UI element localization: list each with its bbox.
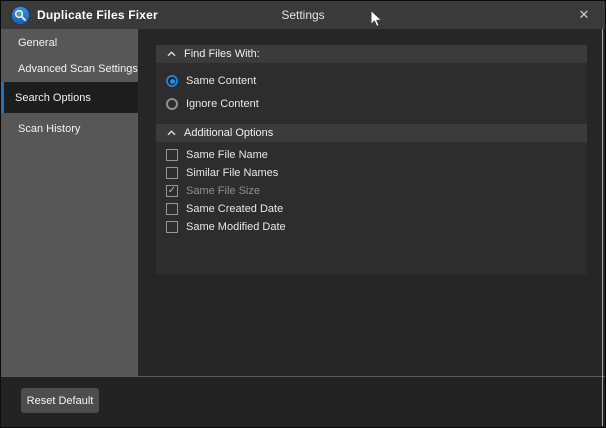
checkbox-icon[interactable] — [166, 221, 178, 233]
search-options-panel: Find Files With: Same Content Ignore Con… — [156, 45, 587, 274]
radio-option-same-content[interactable]: Same Content — [166, 74, 587, 88]
reset-default-button[interactable]: Reset Default — [21, 388, 99, 413]
checkbox-icon[interactable] — [166, 167, 178, 179]
page-title: Settings — [281, 1, 324, 29]
app-logo-magnifier-icon — [11, 6, 30, 25]
checkbox-label: Same Created Date — [186, 203, 283, 215]
checkbox-icon[interactable] — [166, 185, 178, 197]
section-header-find-files-with[interactable]: Find Files With: — [156, 45, 587, 63]
chevron-up-icon — [167, 51, 176, 57]
content-area: Find Files With: Same Content Ignore Con… — [138, 29, 605, 376]
sidebar-item-general[interactable]: General — [1, 30, 138, 55]
checkbox-option-similar-file-names[interactable]: Similar File Names — [166, 167, 587, 179]
chevron-up-icon — [167, 130, 176, 136]
sidebar-item-label: Search Options — [15, 92, 91, 104]
section-header-additional-options[interactable]: Additional Options — [156, 124, 587, 142]
checkbox-label: Similar File Names — [186, 167, 278, 179]
checkbox-option-same-created-date[interactable]: Same Created Date — [166, 203, 587, 215]
window-body: General Advanced Scan Settings Search Op… — [1, 29, 605, 376]
section-title: Additional Options — [184, 127, 273, 139]
footer-bar: Reset Default — [1, 376, 605, 427]
radio-label: Same Content — [186, 75, 256, 87]
titlebar: Duplicate Files Fixer Settings ✕ — [1, 1, 605, 29]
radio-icon[interactable] — [166, 98, 178, 110]
sidebar-item-scan-history[interactable]: Scan History — [1, 113, 138, 144]
checkbox-option-same-file-size[interactable]: Same File Size — [166, 185, 587, 197]
app-name: Duplicate Files Fixer — [37, 8, 158, 22]
checkbox-label: Same File Name — [186, 149, 268, 161]
sidebar-item-label: Advanced Scan Settings — [18, 63, 138, 75]
sidebar-item-search-options[interactable]: Search Options — [1, 82, 138, 113]
checkbox-option-same-file-name[interactable]: Same File Name — [166, 149, 587, 161]
radio-icon[interactable] — [166, 75, 178, 87]
checkbox-label: Same Modified Date — [186, 221, 286, 233]
section-title: Find Files With: — [184, 48, 260, 60]
radio-label: Ignore Content — [186, 98, 259, 110]
sidebar: General Advanced Scan Settings Search Op… — [1, 29, 138, 376]
sidebar-item-label: General — [18, 37, 57, 49]
close-icon[interactable]: ✕ — [573, 1, 595, 29]
checkbox-icon[interactable] — [166, 149, 178, 161]
checkbox-icon[interactable] — [166, 203, 178, 215]
settings-window: Duplicate Files Fixer Settings ✕ General… — [0, 0, 606, 428]
sidebar-item-label: Scan History — [18, 123, 80, 135]
sidebar-item-advanced-scan-settings[interactable]: Advanced Scan Settings — [1, 55, 138, 82]
checkbox-label: Same File Size — [186, 185, 260, 197]
window-right-edge-highlight — [602, 29, 603, 426]
radio-option-ignore-content[interactable]: Ignore Content — [166, 97, 587, 111]
checkbox-option-same-modified-date[interactable]: Same Modified Date — [166, 221, 587, 233]
